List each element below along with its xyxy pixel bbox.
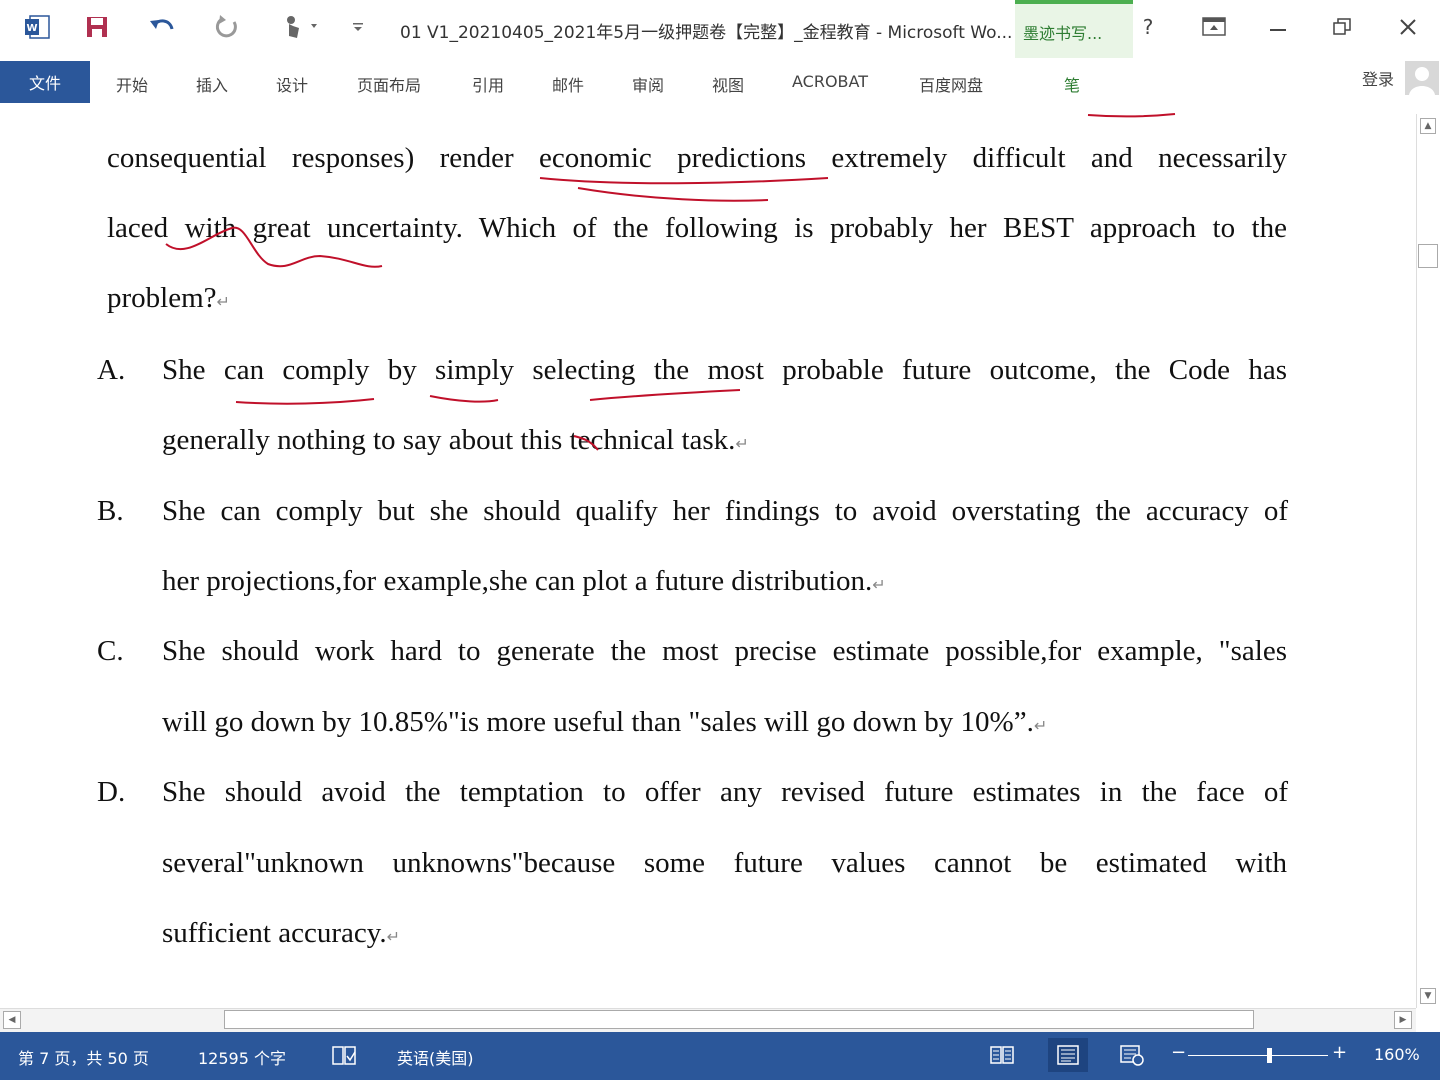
scroll-right-icon[interactable]: ▶ bbox=[1394, 1011, 1412, 1029]
option-b-line-1: She can comply but she should qualify he… bbox=[162, 495, 1288, 527]
scroll-down-icon[interactable]: ▼ bbox=[1420, 988, 1436, 1004]
ribbon-display-options-icon[interactable] bbox=[1194, 10, 1234, 44]
scroll-up-icon[interactable]: ▲ bbox=[1420, 118, 1436, 134]
option-b-letter: B. bbox=[97, 495, 124, 527]
restore-icon[interactable] bbox=[1322, 10, 1362, 44]
vertical-scroll-thumb[interactable] bbox=[1418, 244, 1438, 268]
word-logo-icon[interactable]: W bbox=[20, 10, 54, 44]
status-bar: 第 7 页，共 50 页 12595 个字 英语(美国) − + 160% bbox=[0, 1032, 1440, 1080]
language-indicator[interactable]: 英语(美国) bbox=[397, 1045, 474, 1069]
window-title: 01 V1_20210405_2021年5月一级押题卷【完整】_金程教育 - M… bbox=[400, 23, 1013, 43]
option-d-line-1: She should avoid the temptation to offer… bbox=[162, 776, 1288, 808]
ink-underline-comply bbox=[235, 398, 375, 405]
close-icon[interactable] bbox=[1388, 10, 1428, 44]
option-b-line-2: her projections,for example,she can plot… bbox=[162, 565, 886, 597]
redo-icon[interactable] bbox=[210, 10, 244, 44]
zoom-in-icon[interactable]: + bbox=[1332, 1042, 1347, 1063]
pen-tools-label: 墨迹书写... bbox=[1023, 24, 1103, 43]
document-page[interactable]: consequential responses) render economic… bbox=[0, 104, 1416, 1008]
tab-design[interactable]: 设计 bbox=[276, 72, 308, 96]
read-mode-icon[interactable] bbox=[988, 1042, 1016, 1068]
customize-toolbar-icon[interactable] bbox=[346, 10, 370, 44]
option-c-letter: C. bbox=[97, 635, 124, 667]
paragraph-mark: ↵ bbox=[216, 294, 230, 311]
zoom-slider[interactable] bbox=[1188, 1055, 1328, 1056]
tab-file[interactable]: 文件 bbox=[0, 61, 90, 103]
tab-page-layout[interactable]: 页面布局 bbox=[357, 72, 421, 96]
zoom-level[interactable]: 160% bbox=[1374, 1045, 1420, 1064]
title-bar: W 01 V1_20210405_2021年5月一级押题卷【完整】_金程教育 -… bbox=[0, 0, 1440, 103]
tab-references[interactable]: 引用 bbox=[472, 72, 504, 96]
tab-home[interactable]: 开始 bbox=[116, 72, 148, 96]
option-a-line-2: generally nothing to say about this tech… bbox=[162, 424, 749, 456]
scroll-left-icon[interactable]: ◀ bbox=[3, 1011, 21, 1029]
option-d-letter: D. bbox=[97, 776, 126, 808]
minimize-icon[interactable] bbox=[1258, 10, 1298, 44]
user-icon bbox=[1409, 67, 1435, 95]
undo-icon[interactable] bbox=[145, 10, 179, 44]
tab-mailings[interactable]: 邮件 bbox=[552, 72, 584, 96]
help-button[interactable]: ? bbox=[1128, 10, 1168, 44]
ink-underline-economic-predictions-lower bbox=[577, 187, 769, 202]
touch-mode-icon[interactable] bbox=[276, 10, 322, 44]
tab-insert[interactable]: 插入 bbox=[196, 72, 228, 96]
ink-underline-economic-predictions bbox=[539, 177, 829, 185]
option-a-line-1: She can comply by simply selecting the m… bbox=[162, 354, 1287, 386]
print-layout-icon[interactable] bbox=[1048, 1038, 1088, 1072]
zoom-slider-thumb[interactable] bbox=[1267, 1048, 1273, 1063]
tab-pen[interactable]: 笔 bbox=[1064, 72, 1080, 96]
web-layout-icon[interactable] bbox=[1118, 1042, 1146, 1068]
save-icon[interactable] bbox=[80, 10, 114, 44]
tab-baidu-netdisk[interactable]: 百度网盘 bbox=[919, 72, 983, 96]
ribbon-tabs: 文件 开始 插入 设计 页面布局 引用 邮件 审阅 视图 ACROBAT 百度网… bbox=[0, 58, 1440, 104]
ink-underline-simply bbox=[429, 395, 499, 403]
question-stem-line-2: laced with great uncertainty. Which of t… bbox=[107, 212, 1287, 244]
option-a-letter: A. bbox=[97, 354, 126, 386]
ink-underline-the-most bbox=[589, 389, 741, 401]
tab-review[interactable]: 审阅 bbox=[632, 72, 664, 96]
zoom-out-icon[interactable]: − bbox=[1171, 1042, 1186, 1063]
tab-view[interactable]: 视图 bbox=[712, 72, 744, 96]
horizontal-scroll-thumb[interactable] bbox=[224, 1010, 1254, 1029]
question-stem-line-1: consequential responses) render economic… bbox=[107, 142, 1287, 174]
svg-text:W: W bbox=[26, 23, 37, 34]
option-d-line-3: sufficient accuracy.↵ bbox=[162, 917, 401, 949]
option-d-line-2: several"unknown unknowns"because some fu… bbox=[162, 847, 1287, 879]
word-count[interactable]: 12595 个字 bbox=[198, 1045, 286, 1069]
option-c-line-2: will go down by 10.85%"is more useful th… bbox=[162, 706, 1048, 738]
ink-mark-top bbox=[1087, 113, 1176, 118]
tab-acrobat[interactable]: ACROBAT bbox=[792, 72, 868, 91]
proofing-icon[interactable] bbox=[330, 1042, 358, 1068]
question-stem-line-3: problem?↵ bbox=[107, 282, 230, 314]
avatar[interactable] bbox=[1405, 61, 1439, 95]
login-link[interactable]: 登录 bbox=[1362, 66, 1394, 90]
page-count[interactable]: 第 7 页，共 50 页 bbox=[18, 1045, 149, 1069]
option-c-line-1: She should work hard to generate the mos… bbox=[162, 635, 1287, 667]
